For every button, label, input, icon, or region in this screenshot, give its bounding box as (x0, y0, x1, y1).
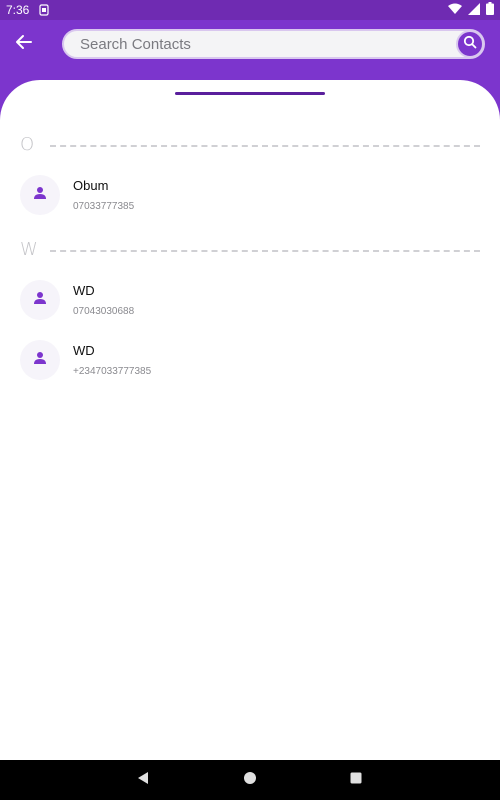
search-bar (62, 29, 485, 59)
contact-text: Obum 07033777385 (73, 178, 134, 213)
section-header-w: W (20, 237, 480, 261)
avatar (20, 340, 60, 380)
contact-name: WD (73, 282, 95, 298)
status-icons (448, 2, 494, 18)
status-bar: 7:36 (0, 0, 500, 20)
section-divider (50, 250, 480, 252)
contact-phone: 07033777385 (73, 200, 135, 212)
nav-recents-button[interactable] (344, 768, 368, 792)
search-icon (463, 35, 477, 54)
battery-icon (486, 2, 494, 18)
status-time: 7:36 (6, 3, 30, 17)
contact-text: WD +2347033777385 (73, 343, 151, 378)
section-header-o: O (20, 132, 480, 156)
contacts-sheet: O Obum 07033777385 W WD 07043030688 WD +… (0, 80, 500, 760)
contact-phone: 07043030688 (73, 305, 135, 317)
person-icon (33, 291, 47, 310)
recents-square-icon (349, 771, 363, 790)
avatar (20, 280, 60, 320)
contact-text: WD 07043030688 (73, 283, 134, 318)
arrow-left-icon (15, 33, 33, 56)
wifi-icon (448, 3, 462, 18)
nav-home-button[interactable] (238, 768, 262, 792)
section-divider (50, 145, 480, 147)
person-icon (33, 351, 47, 370)
section-letter: O (20, 133, 35, 155)
sheet-handle[interactable] (175, 92, 325, 95)
back-button[interactable] (12, 32, 36, 56)
search-button[interactable] (456, 30, 484, 58)
contact-name: WD (73, 342, 95, 358)
contact-name: Obum (73, 177, 109, 193)
home-circle-icon (243, 771, 257, 790)
contact-item[interactable]: WD +2347033777385 (20, 338, 480, 382)
signal-icon (468, 2, 480, 18)
sim-icon (39, 4, 49, 16)
system-nav-bar (0, 760, 500, 800)
person-icon (33, 186, 47, 205)
contact-item[interactable]: WD 07043030688 (20, 278, 480, 322)
contact-item[interactable]: Obum 07033777385 (20, 173, 480, 217)
nav-back-button[interactable] (131, 768, 155, 792)
contact-phone: +2347033777385 (73, 365, 152, 377)
search-input[interactable] (80, 31, 483, 57)
back-triangle-icon (136, 771, 150, 790)
section-letter: W (20, 238, 38, 260)
avatar (20, 175, 60, 215)
